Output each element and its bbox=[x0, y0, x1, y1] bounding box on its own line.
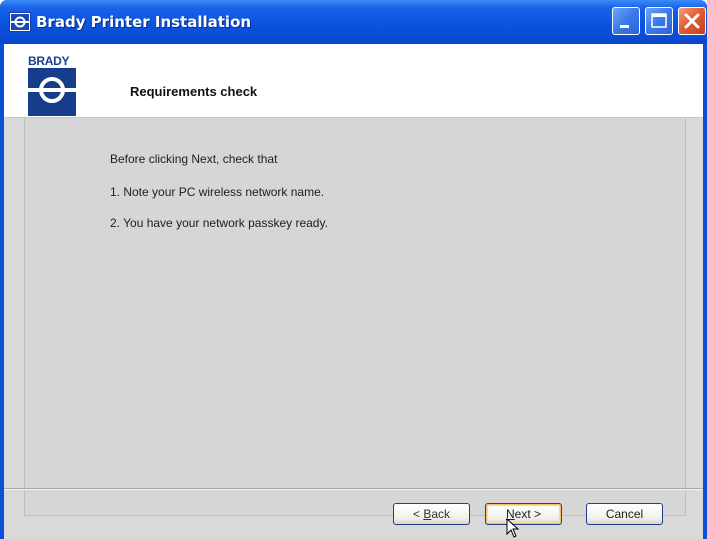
window-title: Brady Printer Installation bbox=[36, 13, 252, 31]
back-button-prefix: < bbox=[412, 507, 424, 521]
content-panel bbox=[24, 118, 686, 516]
maximize-button[interactable] bbox=[645, 7, 673, 35]
dialog-client-area: BRADY Requirements check Before clicking… bbox=[4, 44, 703, 539]
instruction-step-1: 1. Note your PC wireless network name. bbox=[110, 185, 325, 199]
button-separator bbox=[4, 488, 703, 490]
minimize-button[interactable] bbox=[612, 7, 640, 35]
installer-window: Brady Printer Installation BRADY Require… bbox=[0, 0, 707, 539]
back-button-rest: ack bbox=[431, 507, 451, 521]
maximize-icon bbox=[651, 13, 667, 28]
close-icon bbox=[684, 13, 700, 29]
instruction-step-2: 2. You have your network passkey ready. bbox=[110, 216, 328, 230]
wizard-header: BRADY Requirements check bbox=[4, 44, 703, 118]
back-button[interactable]: < Back bbox=[393, 503, 470, 525]
minimize-icon bbox=[620, 25, 629, 28]
brady-logo-icon bbox=[9, 12, 31, 32]
brady-logo-mark-icon bbox=[28, 68, 76, 116]
instruction-intro: Before clicking Next, check that bbox=[110, 152, 278, 166]
title-bar[interactable]: Brady Printer Installation bbox=[0, 0, 707, 44]
page-title: Requirements check bbox=[130, 84, 258, 99]
mouse-pointer-icon bbox=[506, 518, 520, 538]
next-button[interactable]: Next > bbox=[485, 503, 562, 525]
brady-logo-text: BRADY bbox=[28, 54, 70, 68]
cancel-button[interactable]: Cancel bbox=[586, 503, 663, 525]
close-button[interactable] bbox=[678, 7, 706, 35]
